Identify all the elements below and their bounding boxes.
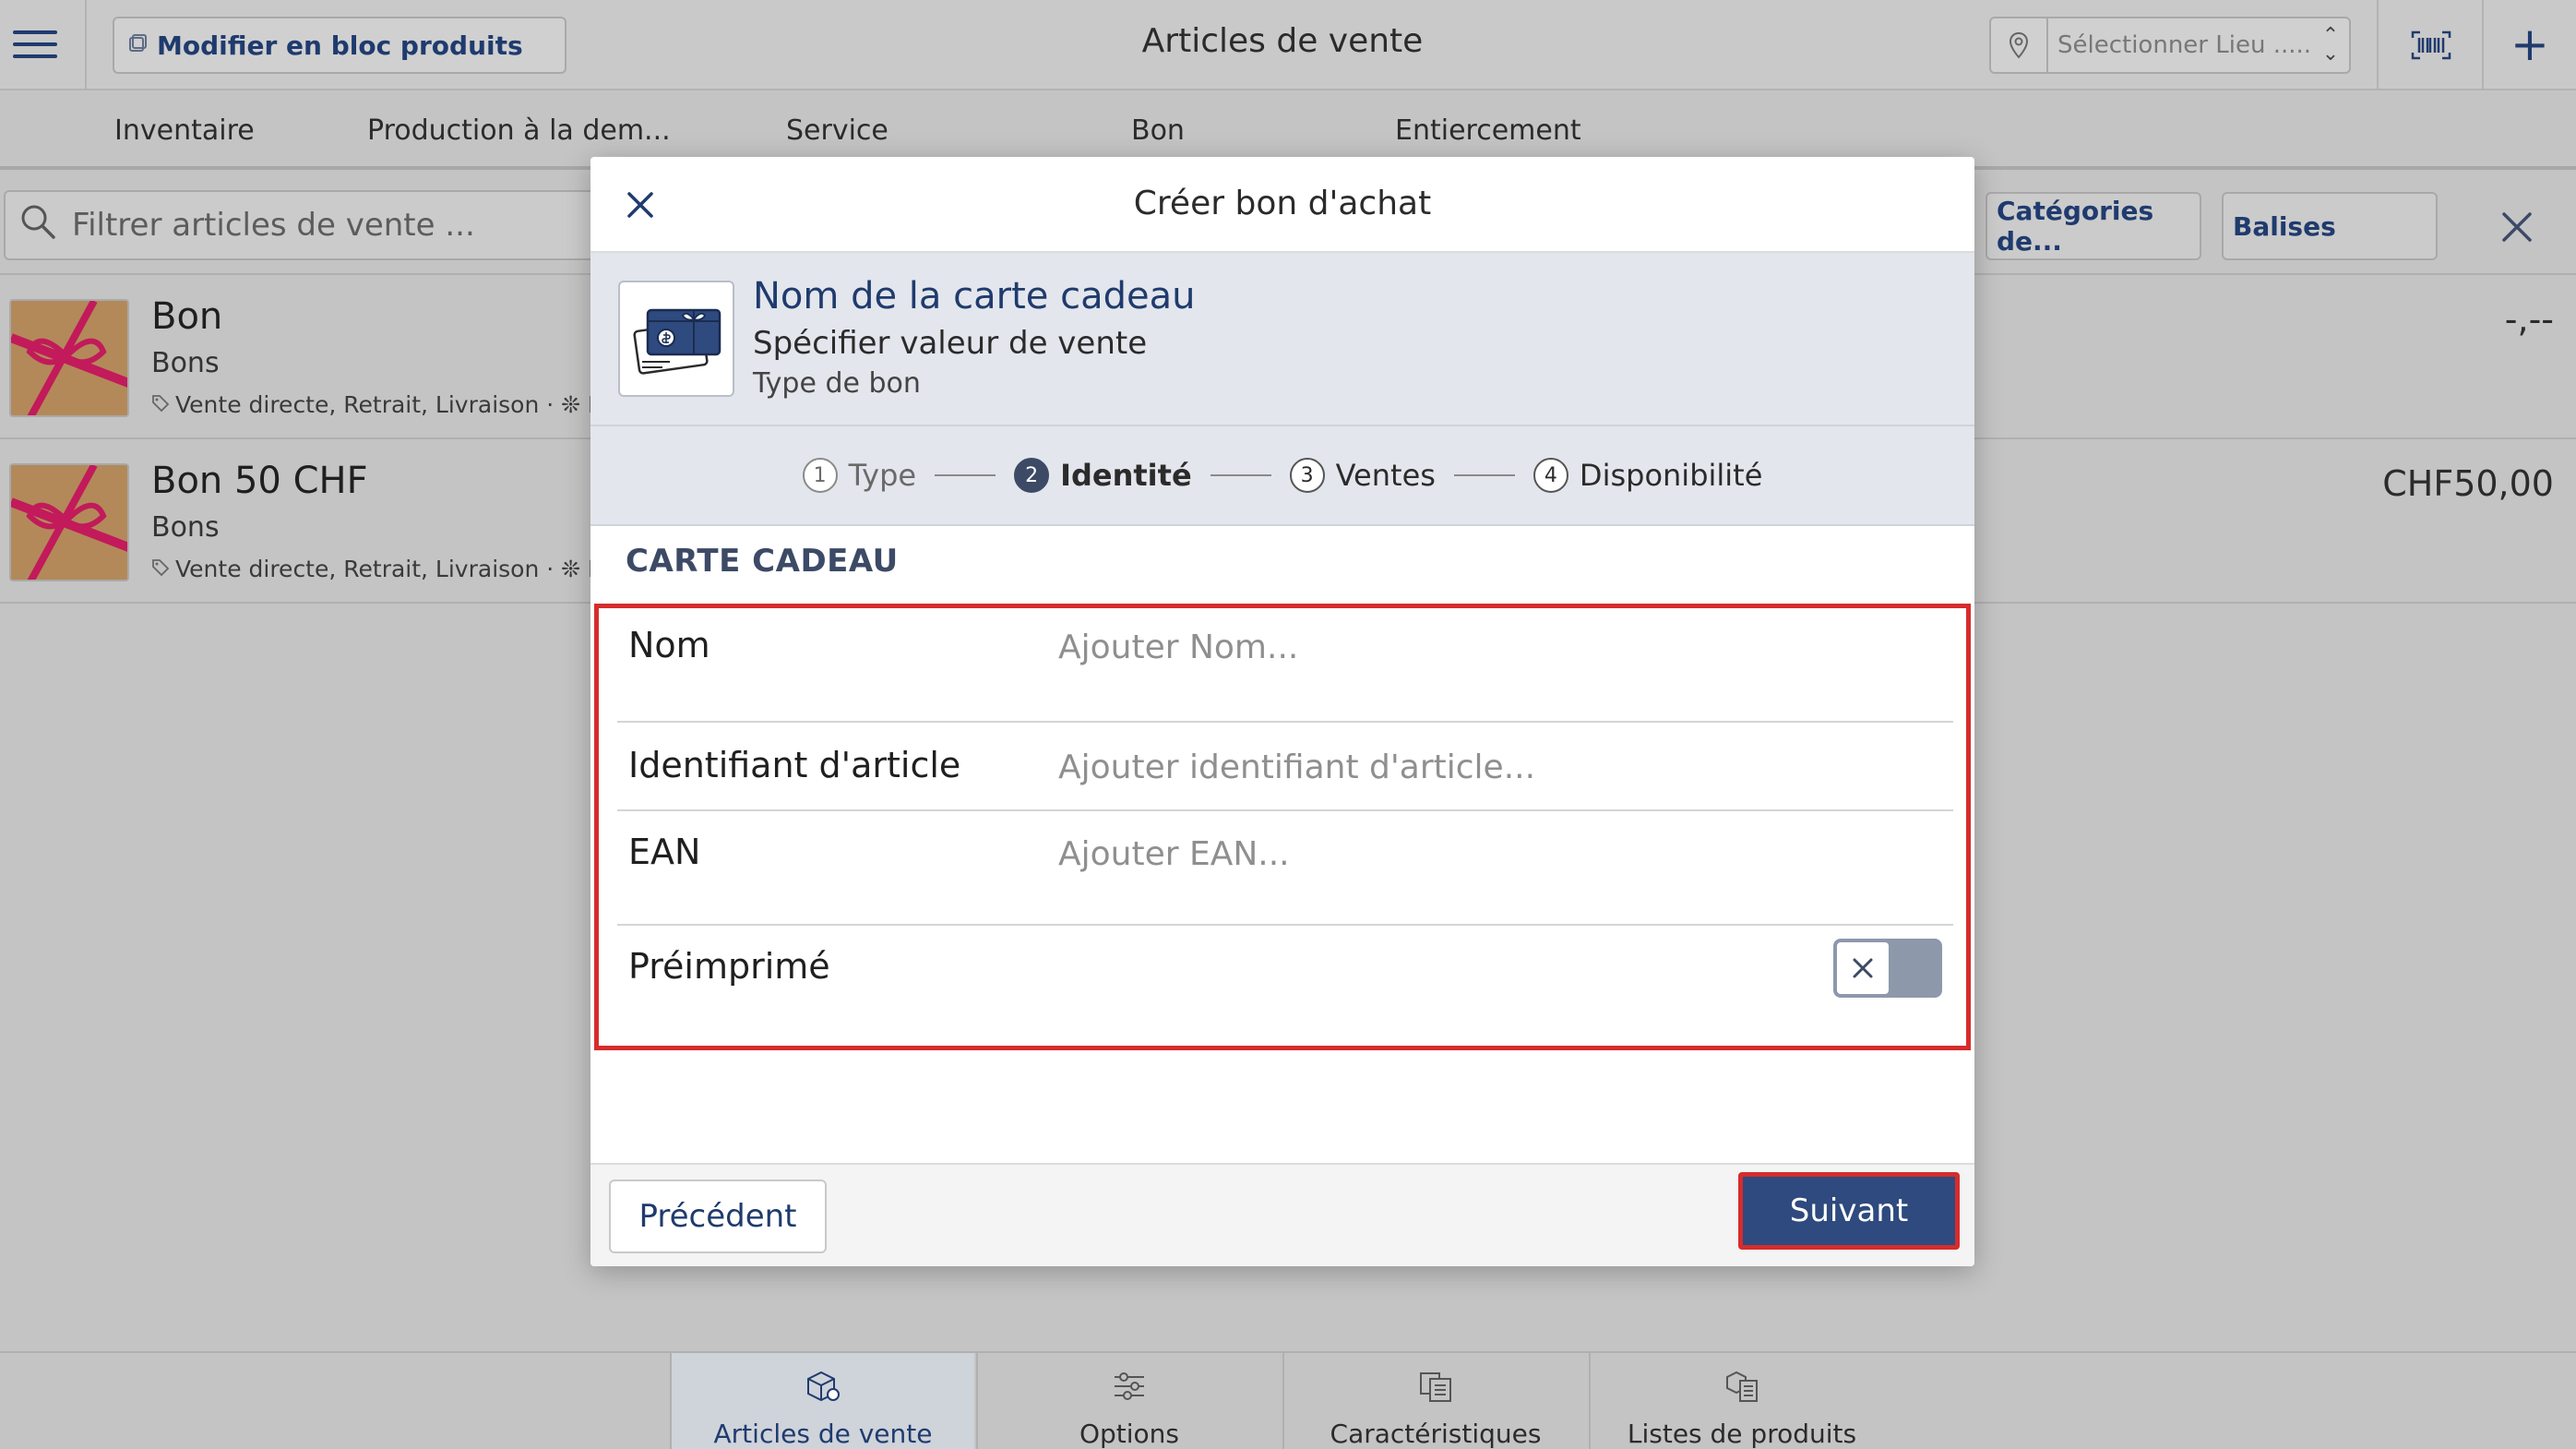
name-label: Nom (628, 625, 710, 665)
gift-card-icon (618, 281, 734, 397)
up-down-chevron-icon: ⌃ ⌄ (2321, 24, 2340, 66)
create-voucher-dialog: Créer bon d'achat Nom de la carte cadeau… (590, 157, 1974, 1266)
step-disponibilite[interactable]: 4 Disponibilité (1532, 458, 1763, 493)
preprinted-toggle[interactable] (1833, 939, 1942, 998)
step-identite[interactable]: 2 Identité (1014, 458, 1192, 493)
step-number: 1 (802, 458, 838, 493)
next-button-highlight: Suivant (1738, 1172, 1960, 1250)
dialog-header: Créer bon d'achat (590, 157, 1974, 253)
page-title: Articles de vente (1141, 22, 1424, 60)
name-row: Nom (617, 608, 1953, 723)
hamburger-menu-icon[interactable] (13, 22, 57, 66)
tags-icon (151, 391, 170, 418)
sliders-icon (1111, 1370, 1148, 1409)
item-meta-text: Vente directe, Retrait, Livraison · ❊ Re (175, 556, 594, 582)
tab-production[interactable]: Production à la dem... (367, 114, 671, 147)
add-icon[interactable]: + (2502, 17, 2558, 72)
filter-input[interactable]: Filtrer articles de vente ... (4, 190, 613, 260)
item-id-row: Identifiant d'article (617, 723, 1953, 811)
product-lists-icon (1723, 1370, 1760, 1409)
step-type[interactable]: 1 Type (802, 458, 917, 493)
bulk-edit-label: Modifier en bloc produits (157, 30, 523, 61)
gift-card-name: Nom de la carte cadeau (753, 275, 1196, 317)
dialog-title: Créer bon d'achat (1133, 185, 1432, 222)
dialog-footer: Précédent Suivant (590, 1163, 1974, 1266)
ean-row: EAN (617, 811, 1953, 926)
bulk-edit-icon (127, 30, 148, 61)
item-meta: Vente directe, Retrait, Livraison · ❊ Re (151, 391, 594, 418)
step-connector (935, 474, 996, 476)
step-connector (1210, 474, 1271, 476)
item-id-input[interactable] (1058, 739, 1926, 795)
step-label: Identité (1060, 458, 1192, 493)
item-meta: Vente directe, Retrait, Livraison · ❊ Re (151, 556, 594, 582)
step-connector (1453, 474, 1515, 476)
nav-caracteristiques[interactable]: Caractéristiques (1282, 1353, 1587, 1449)
step-label: Type (848, 458, 917, 493)
item-price: CHF50,00 (2382, 463, 2554, 504)
gift-thumbnail (9, 299, 129, 417)
voucher-summary: Nom de la carte cadeau Spécifier valeur … (590, 253, 1974, 426)
tags-filter-button[interactable]: Balises (2222, 192, 2438, 260)
item-category: Bons (151, 511, 220, 544)
barcode-scan-icon[interactable] (2399, 22, 2463, 68)
location-placeholder: Sélectionner Lieu ..... (2057, 31, 2312, 59)
step-number: 2 (1014, 458, 1050, 493)
name-input[interactable] (1058, 619, 1926, 675)
location-pin-icon (1991, 18, 2048, 72)
nav-options[interactable]: Options (976, 1353, 1281, 1449)
gift-thumbnail (9, 463, 129, 581)
next-button[interactable]: Suivant (1743, 1177, 1955, 1245)
categories-filter-button[interactable]: Catégories de... (1986, 192, 2201, 260)
sales-items-icon (805, 1370, 841, 1409)
nav-label: Options (1079, 1419, 1180, 1449)
clear-filter-icon[interactable] (2491, 201, 2543, 253)
features-icon (1417, 1370, 1454, 1409)
item-id-label: Identifiant d'article (628, 745, 961, 785)
nav-articles-de-vente[interactable]: Articles de vente (670, 1353, 974, 1449)
preprinted-row: Préimprimé (617, 926, 1953, 1046)
item-category: Bons (151, 347, 220, 379)
bulk-edit-button[interactable]: Modifier en bloc produits (113, 17, 566, 74)
step-label: Ventes (1335, 458, 1436, 493)
step-ventes[interactable]: 3 Ventes (1289, 458, 1436, 493)
tab-service[interactable]: Service (786, 114, 888, 147)
filter-placeholder: Filtrer articles de vente ... (72, 207, 475, 244)
nav-label: Listes de produits (1627, 1419, 1857, 1449)
nav-listes-de-produits[interactable]: Listes de produits (1589, 1353, 1893, 1449)
step-number: 3 (1289, 458, 1325, 493)
nav-label: Caractéristiques (1330, 1419, 1542, 1449)
section-title: CARTE CADEAU (626, 543, 899, 580)
tab-entiercement[interactable]: Entiercement (1395, 114, 1581, 147)
item-name: Bon 50 CHF (151, 460, 368, 502)
item-price: -,-- (2504, 299, 2554, 340)
item-meta-text: Vente directe, Retrait, Livraison · ❊ Re (175, 391, 594, 418)
divider (85, 0, 87, 90)
ean-label: EAN (628, 832, 701, 872)
top-bar: Modifier en bloc produits Articles de ve… (0, 0, 2576, 90)
divider (2377, 0, 2379, 90)
previous-button[interactable]: Précédent (609, 1180, 827, 1253)
tags-icon (151, 556, 170, 582)
step-number: 4 (1532, 458, 1568, 493)
identity-form: Nom Identifiant d'article EAN Préimprimé (594, 604, 1971, 1050)
wizard-stepper: 1 Type 2 Identité 3 Ventes 4 Disponibili… (590, 426, 1974, 526)
gift-card-value-hint: Spécifier valeur de vente (753, 325, 1148, 362)
search-icon (18, 202, 57, 249)
ean-input[interactable] (1058, 826, 1926, 881)
tab-inventaire[interactable]: Inventaire (114, 114, 255, 147)
bottom-navigation: Articles de vente Options Caractéristiqu… (0, 1351, 2576, 1449)
toggle-off-icon (1835, 940, 1890, 996)
location-select[interactable]: Sélectionner Lieu ..... ⌃ ⌄ (1989, 17, 2351, 74)
preprinted-label: Préimprimé (628, 946, 830, 987)
step-label: Disponibilité (1579, 458, 1763, 493)
item-name: Bon (151, 295, 223, 338)
gift-card-type: Type de bon (753, 367, 921, 400)
divider (2482, 0, 2484, 90)
nav-label: Articles de vente (713, 1419, 933, 1449)
tab-bon[interactable]: Bon (1131, 114, 1185, 147)
